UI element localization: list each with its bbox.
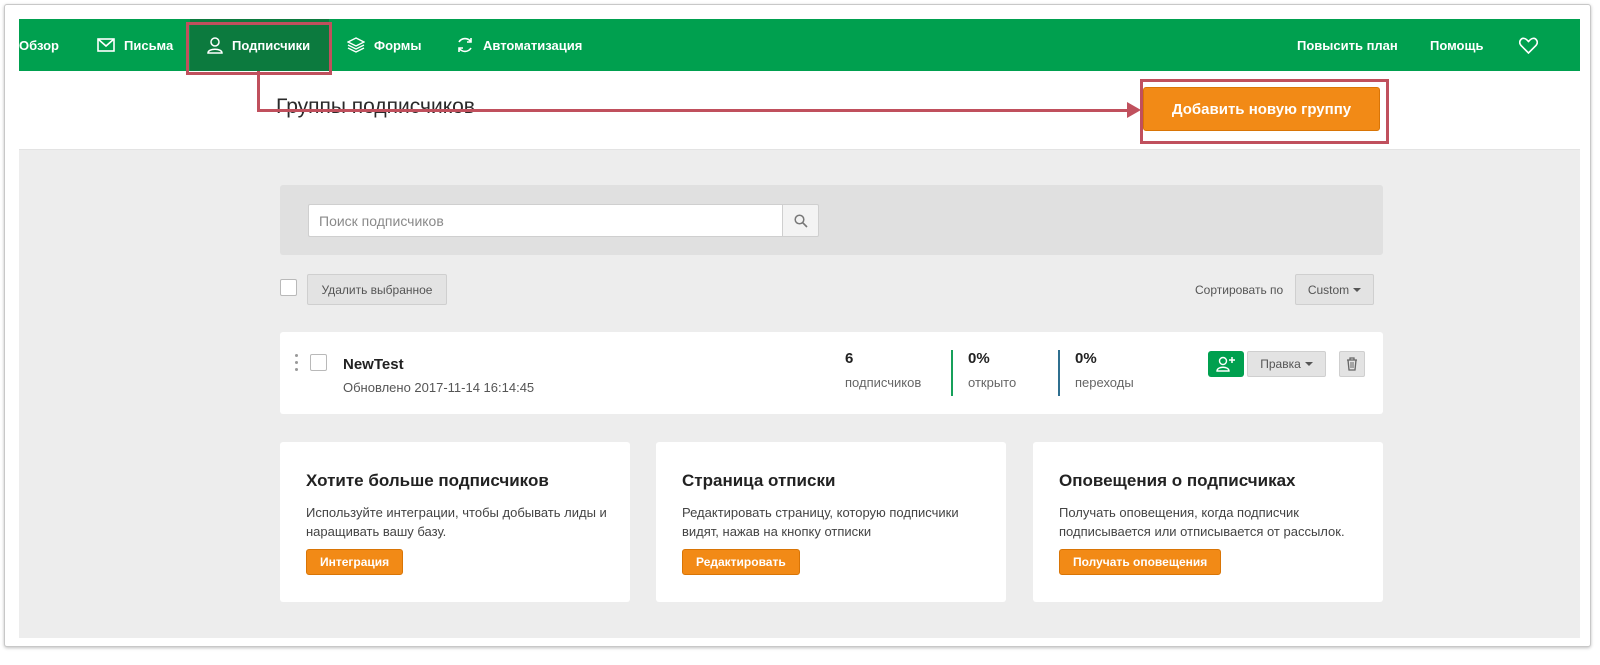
info-card-title: Оповещения о подписчиках	[1059, 471, 1296, 490]
screenshot-frame: Обзор Письма Подписчики Формы Автоматиза…	[4, 4, 1591, 647]
drag-handle-icon[interactable]	[295, 354, 299, 375]
nav-automation-label: Автоматизация	[483, 37, 583, 53]
edit-unsubscribe-button[interactable]: Редактировать	[682, 549, 800, 575]
stat-clicks-value: 0%	[1075, 350, 1097, 367]
page-title: Группы подписчиков	[276, 95, 475, 118]
stat-subscribers: 6 подписчиков	[845, 350, 921, 390]
nav-upgrade-plan[interactable]: Повысить план	[1297, 19, 1398, 71]
refresh-icon	[458, 37, 472, 53]
stat-subscribers-value: 6	[845, 350, 854, 367]
app-viewport: Обзор Письма Подписчики Формы Автоматиза…	[19, 19, 1580, 638]
nav-overview-label: Обзор	[19, 37, 59, 53]
edit-group-button[interactable]: Правка	[1247, 351, 1326, 377]
stat-opened-label: открыто	[968, 375, 1017, 390]
stat-divider	[1058, 350, 1060, 396]
stat-clicks-label: переходы	[1075, 375, 1134, 390]
annotation-arrow-line	[257, 109, 1133, 112]
edit-group-label: Правка	[1260, 357, 1301, 371]
nav-automation[interactable]: Автоматизация	[456, 19, 582, 71]
stat-divider	[951, 350, 953, 396]
info-card-text: Получать оповещения, когда подписчик под…	[1059, 505, 1345, 539]
stat-opened-value: 0%	[968, 350, 990, 367]
info-card-unsubscribe-page: Страница отписки Редактировать страницу,…	[656, 442, 1006, 602]
mail-icon	[97, 38, 115, 52]
layers-icon	[347, 37, 365, 53]
delete-group-button[interactable]	[1339, 351, 1365, 377]
stat-opened: 0% открыто	[968, 350, 1016, 390]
nav-subscribers[interactable]: Подписчики	[190, 19, 329, 71]
nav-upgrade-label: Повысить план	[1297, 37, 1398, 53]
group-name[interactable]: NewTest	[343, 356, 404, 373]
nav-forms-label: Формы	[374, 37, 422, 53]
add-user-icon	[1216, 356, 1235, 372]
stat-subscribers-label: подписчиков	[845, 375, 922, 390]
info-card-notifications: Оповещения о подписчиках Получать оповещ…	[1033, 442, 1383, 602]
sort-label: Сортировать по	[1195, 283, 1284, 297]
group-updated-date: Обновлено 2017-11-14 16:14:45	[343, 380, 535, 395]
nav-subscribers-label: Подписчики	[232, 37, 311, 53]
select-all-checkbox[interactable]	[280, 279, 297, 296]
chevron-down-icon	[1353, 287, 1362, 292]
nav-help-label: Помощь	[1430, 37, 1484, 53]
add-group-button[interactable]: Добавить новую группу	[1143, 87, 1380, 131]
sort-value: Custom	[1307, 282, 1350, 297]
search-button[interactable]	[782, 204, 819, 237]
info-card-text: Используйте интеграции, чтобы добывать л…	[306, 505, 607, 539]
group-row: NewTest Обновлено 2017-11-14 16:14:45 6 …	[280, 332, 1383, 414]
get-notifications-button[interactable]: Получать оповещения	[1059, 549, 1222, 575]
nav-forms[interactable]: Формы	[347, 19, 422, 71]
stat-clicks: 0% переходы	[1075, 350, 1134, 390]
nav-overview[interactable]: Обзор	[19, 19, 59, 71]
annotation-arrow-head	[1127, 102, 1141, 118]
group-row-checkbox[interactable]	[310, 354, 327, 371]
integration-button[interactable]: Интеграция	[306, 549, 404, 575]
info-card-title: Хотите больше подписчиков	[306, 471, 549, 490]
trash-icon	[1347, 357, 1357, 371]
search-panel	[280, 185, 1383, 255]
favorites-button[interactable]	[1519, 19, 1547, 71]
delete-selected-button[interactable]: Удалить выбранное	[307, 274, 447, 305]
top-navigation: Обзор Письма Подписчики Формы Автоматиза…	[19, 19, 1580, 71]
nav-help[interactable]: Помощь	[1430, 19, 1483, 71]
info-card-text: Редактировать страницу, которую подписчи…	[682, 505, 959, 539]
nav-letters-label: Письма	[124, 37, 174, 53]
heart-icon	[1519, 37, 1538, 54]
nav-letters[interactable]: Письма	[97, 19, 173, 71]
search-icon	[793, 213, 808, 228]
add-subscriber-button[interactable]	[1208, 351, 1244, 377]
info-card-title: Страница отписки	[682, 471, 836, 490]
search-input[interactable]	[308, 204, 783, 237]
sort-select[interactable]: Custom	[1295, 274, 1374, 305]
user-icon	[207, 36, 223, 54]
chevron-down-icon	[1304, 362, 1313, 366]
info-card-integrations: Хотите больше подписчиков Используйте ин…	[280, 442, 630, 602]
annotation-arrow-line	[257, 71, 260, 111]
